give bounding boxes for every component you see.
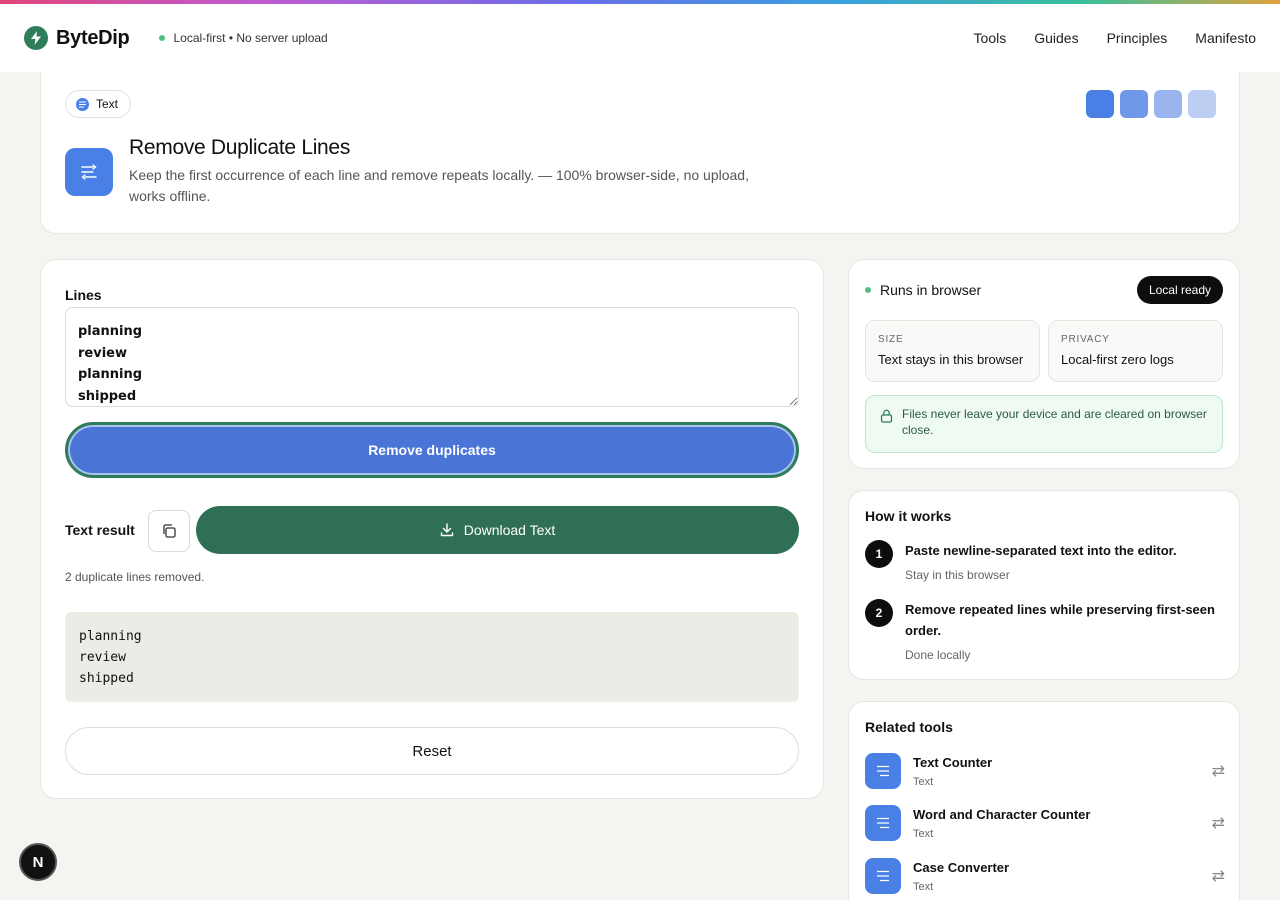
runtime-title: Runs in browser: [880, 282, 982, 298]
swap-arrows-icon: ⇄: [1211, 868, 1225, 885]
swatch-4[interactable]: [1188, 90, 1216, 118]
result-status: 2 duplicate lines removed.: [65, 570, 205, 584]
text-tool-icon: [865, 753, 901, 789]
tagline-text: Local-first • No server upload: [173, 31, 328, 45]
nav-tools[interactable]: Tools: [974, 30, 1007, 46]
text-output: planning review shipped: [65, 612, 799, 702]
related-tool-name: Case Converter: [913, 859, 1010, 875]
status-dot-icon: [159, 35, 166, 41]
remove-duplicates-button[interactable]: Remove duplicates: [65, 422, 799, 478]
swap-arrows-icon: ⇄: [1211, 815, 1225, 832]
text-category-icon: [76, 97, 89, 111]
related-tools-title: Related tools: [865, 719, 953, 735]
text-tool-icon: [865, 858, 901, 894]
main-nav: Tools Guides Principles Manifesto: [974, 30, 1256, 46]
privacy-info: PRIVACY Local-first zero logs: [1048, 320, 1223, 382]
download-text-label: Download Text: [463, 522, 556, 538]
runtime-card: Runs in browser Local ready SIZE Text st…: [848, 259, 1240, 469]
tagline: Local-first • No server upload: [159, 31, 328, 45]
nav-principles[interactable]: Principles: [1107, 30, 1168, 46]
swatch-3[interactable]: [1154, 90, 1182, 118]
result-label: Text result: [65, 522, 135, 538]
related-tool-word-counter[interactable]: Word and Character Counter Text ⇄: [865, 805, 1225, 841]
related-tool-category: Text: [913, 775, 934, 788]
nav-manifesto[interactable]: Manifesto: [1195, 30, 1256, 46]
size-value: Text stays in this browser: [878, 352, 1024, 367]
step-text: Remove repeated lines while preserving f…: [905, 602, 1215, 638]
step-text: Paste newline-separated text into the ed…: [905, 543, 1177, 558]
download-icon: [440, 523, 453, 537]
copy-icon: [163, 524, 176, 538]
page-title: Remove Duplicate Lines: [129, 136, 351, 159]
runs-in-browser: Runs in browser: [865, 282, 981, 298]
privacy-value: Local-first zero logs: [1061, 352, 1174, 367]
swatch-2[interactable]: [1120, 90, 1148, 118]
privacy-key: PRIVACY: [1061, 334, 1110, 345]
swap-arrows-icon: ⇄: [1211, 763, 1225, 780]
privacy-notice: Files never leave your device and are cl…: [865, 395, 1223, 453]
category-chip[interactable]: Text: [65, 90, 132, 118]
related-tools-card: Related tools Text Counter Text ⇄ Word an…: [848, 701, 1240, 900]
related-tool-category: Text: [913, 880, 934, 893]
related-tool-text-counter[interactable]: Text Counter Text ⇄: [865, 753, 1225, 789]
step-sub: Done locally: [905, 648, 971, 662]
step-2: 2 Remove repeated lines while preserving…: [865, 599, 1215, 666]
related-tool-name: Text Counter: [913, 754, 993, 770]
brand-name: ByteDip: [56, 26, 130, 49]
how-it-works-card: How it works 1 Paste newline-separated t…: [848, 490, 1240, 680]
reset-button[interactable]: Reset: [65, 727, 799, 775]
site-header: ByteDip Local-first • No server upload T…: [0, 4, 1280, 72]
local-ready-badge: Local ready: [1136, 276, 1223, 304]
editor-card: Lines planning review planning shipped R…: [40, 259, 824, 799]
how-it-works-title: How it works: [865, 508, 952, 524]
devtools-button[interactable]: N: [19, 843, 57, 881]
step-1: 1 Paste newline-separated text into the …: [865, 540, 1215, 586]
lock-icon: [880, 409, 893, 423]
nav-guides[interactable]: Guides: [1034, 30, 1078, 46]
color-swatches: [1086, 90, 1216, 118]
step-number: 1: [865, 540, 893, 568]
download-text-button[interactable]: Download Text: [196, 506, 799, 554]
step-number: 2: [865, 599, 893, 627]
lines-input[interactable]: planning review planning shipped: [65, 307, 799, 407]
text-tool-icon: [865, 805, 901, 841]
dedupe-lines-icon: [65, 148, 113, 196]
tool-hero-card: Text Remove Duplicate Lines Keep the fir…: [40, 60, 1240, 234]
lines-label: Lines: [65, 287, 102, 303]
page-description: Keep the first occurrence of each line a…: [129, 167, 749, 204]
step-sub: Stay in this browser: [905, 568, 1010, 582]
size-key: SIZE: [878, 334, 904, 345]
related-tool-name: Word and Character Counter: [913, 806, 1091, 822]
bolt-icon: [24, 26, 48, 50]
status-dot-icon: [865, 287, 871, 293]
size-info: SIZE Text stays in this browser: [865, 320, 1040, 382]
privacy-notice-text: Files never leave your device and are cl…: [902, 407, 1207, 437]
related-tool-category: Text: [913, 827, 934, 840]
swatch-1[interactable]: [1086, 90, 1114, 118]
copy-button[interactable]: [148, 510, 190, 552]
related-tool-case-converter[interactable]: Case Converter Text ⇄: [865, 858, 1225, 894]
brand-logo[interactable]: ByteDip: [24, 26, 130, 50]
category-chip-label: Text: [96, 97, 119, 111]
